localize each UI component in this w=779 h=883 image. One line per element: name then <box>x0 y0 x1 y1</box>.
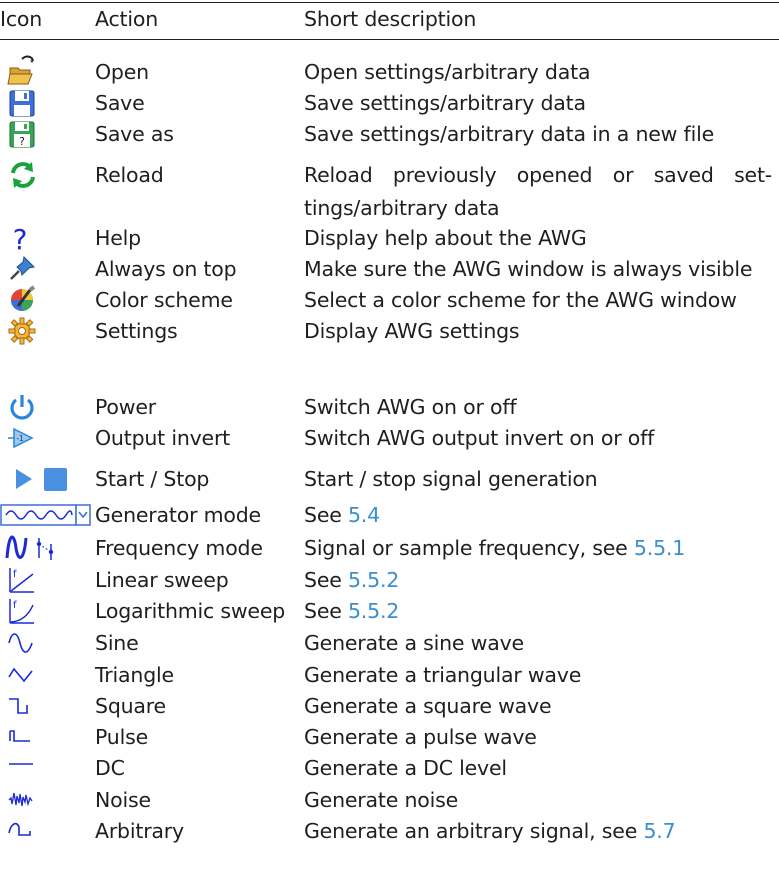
action-label: Sine <box>95 631 139 655</box>
color-picker-icon <box>8 284 88 317</box>
action-label: Noise <box>95 788 151 812</box>
awg-toolbar-table: Icon Action Short description Open Open … <box>0 0 779 883</box>
action-label: Help <box>95 226 141 250</box>
action-label: Reload <box>95 163 164 187</box>
description-text: Display AWG settings <box>304 319 520 343</box>
action-label: Pulse <box>95 725 148 749</box>
description-text: Generate a DC level <box>304 756 507 780</box>
section-link[interactable]: 5.5.2 <box>348 599 399 623</box>
arbitrary-wave-icon <box>8 815 88 848</box>
description-text: Switch AWG output invert on or off <box>304 426 655 450</box>
dc-level-icon <box>8 752 88 785</box>
linear-sweep-icon: f <box>8 564 88 597</box>
log-sweep-icon: f <box>8 595 88 628</box>
description-text: See 5.5.2 <box>304 568 400 592</box>
open-folder-icon <box>7 55 88 89</box>
save-icon <box>8 87 88 120</box>
action-label: Save <box>95 91 145 115</box>
description-text: Open settings/arbitrary data <box>304 60 591 84</box>
action-label: Save as <box>95 122 174 146</box>
description-text: Make sure the AWG window is always visib… <box>304 257 753 281</box>
description-text: Switch AWG on or off <box>304 395 517 419</box>
description-text: Generate a square wave <box>304 694 552 718</box>
action-label: Generator mode <box>95 503 261 527</box>
action-label: Linear sweep <box>95 568 229 592</box>
save-as-icon: ? <box>8 118 88 151</box>
action-label: Output invert <box>95 426 231 450</box>
help-icon: ? <box>8 222 88 256</box>
description-text: Select a color scheme for the AWG window <box>304 288 737 312</box>
output-invert-icon: -1 <box>8 422 88 455</box>
section-link[interactable]: 5.7 <box>643 819 675 843</box>
svg-text:-1: -1 <box>16 434 24 443</box>
description-text: Generate an arbitrary signal, see 5.7 <box>304 819 676 843</box>
action-label: Open <box>95 60 149 84</box>
header-description: Short description <box>304 7 477 31</box>
action-label: Arbitrary <box>95 819 184 843</box>
description-text: Reload previously opened or saved set-ti… <box>304 163 772 220</box>
reload-icon <box>8 159 88 192</box>
sine-wave-icon <box>8 627 88 660</box>
action-label: Frequency mode <box>95 536 263 560</box>
description-text: Generate a triangular wave <box>304 663 582 687</box>
description-text: Save settings/arbitrary data <box>304 91 586 115</box>
description-text: Display help about the AWG <box>304 226 587 250</box>
action-label: Logarithmic sweep <box>95 599 286 623</box>
noise-icon <box>8 784 88 817</box>
action-label: Always on top <box>95 257 237 281</box>
square-wave-icon <box>8 690 88 723</box>
gear-icon <box>8 315 88 348</box>
triangle-wave-icon <box>8 659 88 692</box>
description-text: Save settings/arbitrary data in a new fi… <box>304 122 714 146</box>
action-label: DC <box>95 756 125 780</box>
header-action: Action <box>95 7 159 31</box>
svg-text:f: f <box>13 569 17 580</box>
description-text: See 5.5.2 <box>304 599 400 623</box>
section-link[interactable]: 5.5.2 <box>348 568 399 592</box>
play-stop-icon <box>8 463 88 496</box>
power-icon <box>8 391 88 424</box>
frequency-mode-icon <box>4 532 84 565</box>
generator-mode-dropdown-icon <box>0 499 91 532</box>
pin-icon <box>8 253 88 286</box>
svg-text:?: ? <box>13 223 28 256</box>
action-label: Triangle <box>95 663 174 687</box>
section-link[interactable]: 5.4 <box>348 503 380 527</box>
header-icon: Icon <box>0 7 43 31</box>
description-text: See 5.4 <box>304 503 380 527</box>
description-text: Generate noise <box>304 788 458 812</box>
svg-text:f: f <box>13 600 17 611</box>
table-header: Icon Action Short description <box>0 3 779 39</box>
svg-text:?: ? <box>19 135 25 148</box>
action-label: Power <box>95 395 156 419</box>
action-label: Color scheme <box>95 288 233 312</box>
description-text: Signal or sample frequency, see 5.5.1 <box>304 536 686 560</box>
table-header-rule <box>0 39 779 40</box>
description-text: Start / stop signal generation <box>304 467 598 491</box>
action-label: Settings <box>95 319 178 343</box>
description-text: Generate a sine wave <box>304 631 524 655</box>
action-label: Start / Stop <box>95 467 210 491</box>
action-label: Square <box>95 694 166 718</box>
description-text: Generate a pulse wave <box>304 725 537 749</box>
pulse-wave-icon <box>8 721 88 754</box>
section-link[interactable]: 5.5.1 <box>634 536 685 560</box>
